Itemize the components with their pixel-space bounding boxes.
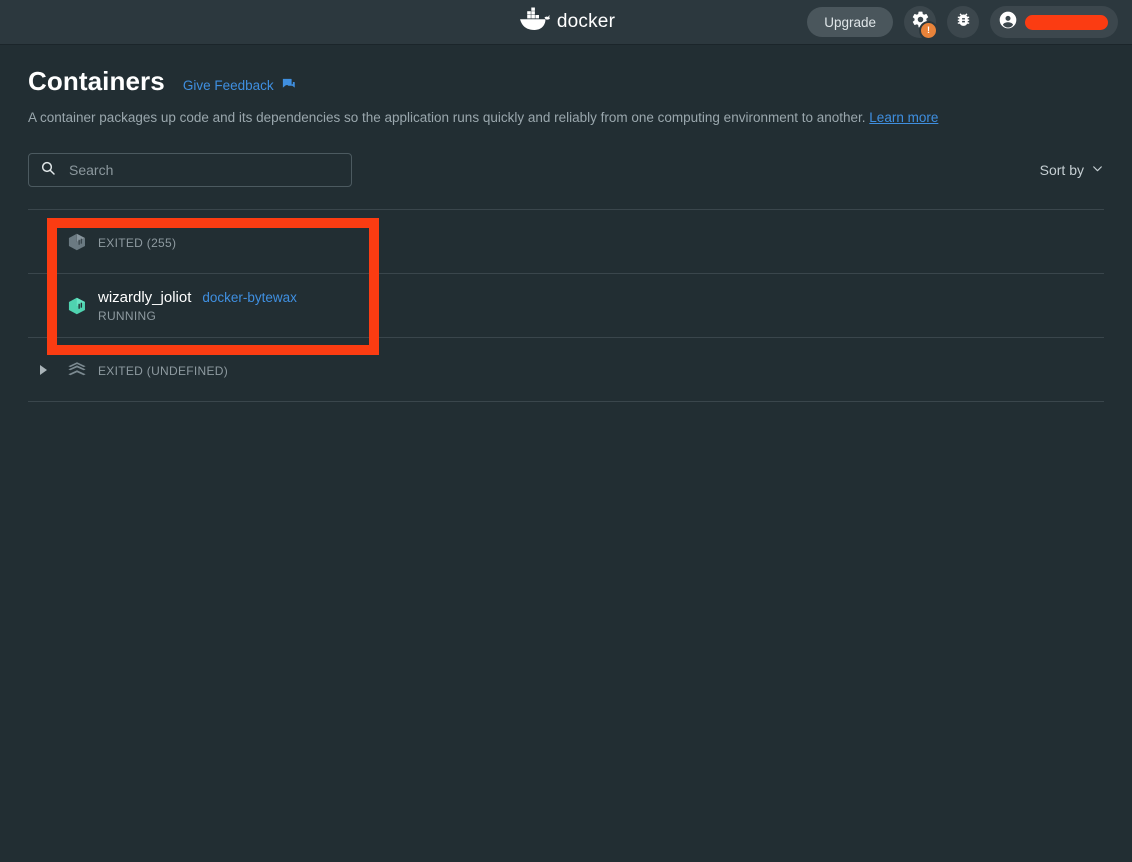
- row-text: EXITED (255): [98, 233, 176, 250]
- page-description: A container packages up code and its dep…: [28, 109, 1104, 127]
- settings-button[interactable]: !: [904, 6, 938, 40]
- status-badge: EXITED (UNDEFINED): [98, 364, 229, 379]
- sort-by-dropdown[interactable]: Sort by: [1040, 162, 1104, 178]
- container-list: EXITED (255) wizardly_joliot docker-byte…: [28, 209, 1104, 403]
- table-row[interactable]: EXITED (UNDEFINED): [28, 338, 1104, 403]
- title-bar: docker Upgrade !: [0, 0, 1132, 45]
- sort-by-label: Sort by: [1039, 162, 1084, 179]
- feedback-chat-icon: [281, 77, 296, 95]
- account-name-redacted: [1025, 14, 1108, 30]
- upgrade-button[interactable]: Upgrade: [807, 7, 893, 37]
- row-text: EXITED (UNDEFINED): [98, 361, 228, 378]
- page-title: Containers: [28, 66, 165, 96]
- compose-stack-icon: [56, 358, 98, 382]
- list-toolbar: Sort by: [28, 153, 1104, 188]
- row-expand-toggle[interactable]: [30, 364, 56, 375]
- page-header: Containers Give Feedback: [28, 45, 1104, 97]
- containers-page: Containers Give Feedback A container pac…: [0, 45, 1132, 403]
- status-badge: EXITED (255): [98, 236, 177, 251]
- chevron-down-icon: [1091, 162, 1104, 178]
- bug-icon: [955, 11, 972, 33]
- account-circle-icon: [998, 10, 1018, 35]
- container-name: wizardly_joliot: [98, 288, 192, 306]
- description-text: A container packages up code and its dep…: [28, 110, 866, 125]
- learn-more-link[interactable]: Learn more: [869, 110, 938, 125]
- settings-update-badge: !: [919, 21, 938, 40]
- status-badge: RUNNING: [98, 308, 157, 323]
- container-icon-running: [56, 295, 98, 317]
- give-feedback-label: Give Feedback: [182, 78, 274, 93]
- search-input[interactable]: [67, 161, 340, 180]
- container-icon-stopped: [56, 231, 98, 253]
- row-title-line: wizardly_joliot docker-bytewax: [98, 289, 297, 306]
- give-feedback-link[interactable]: Give Feedback: [183, 77, 296, 95]
- search-icon: [40, 160, 56, 181]
- docker-whale-icon: [517, 7, 551, 37]
- row-text: wizardly_joliot docker-bytewax RUNNING: [98, 289, 297, 323]
- container-image[interactable]: docker-bytewax: [202, 290, 297, 305]
- account-menu[interactable]: [990, 6, 1118, 38]
- search-box[interactable]: [28, 153, 352, 188]
- table-row[interactable]: EXITED (255): [28, 210, 1104, 275]
- table-row[interactable]: wizardly_joliot docker-bytewax RUNNING: [28, 274, 1104, 339]
- chevron-right-icon: [39, 364, 47, 375]
- docker-wordmark: docker: [556, 11, 616, 32]
- debug-button[interactable]: [947, 6, 979, 38]
- titlebar-actions: Upgrade !: [807, 6, 1118, 40]
